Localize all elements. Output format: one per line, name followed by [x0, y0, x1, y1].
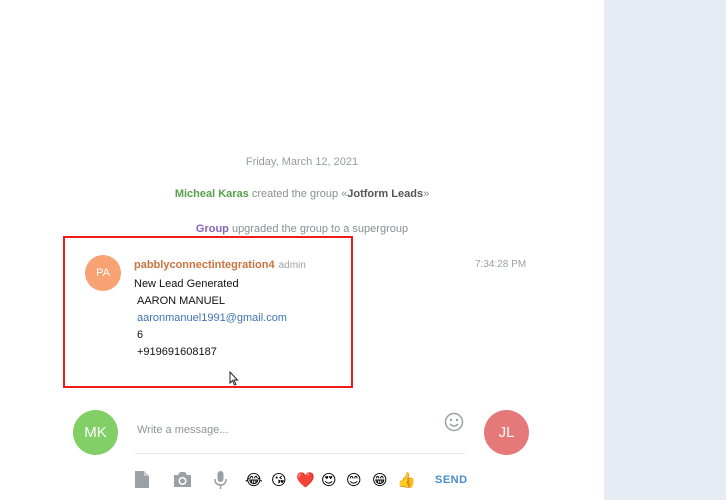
message-phone: +919691608187 — [137, 346, 217, 358]
emoji-heart-eyes-icon[interactable]: 😍 — [321, 471, 337, 489]
service-text: created the group « — [248, 188, 348, 200]
service-message-group-created: Micheal Karas created the group «Jotform… — [0, 188, 604, 200]
date-separator: Friday, March 12, 2021 — [245, 156, 359, 168]
send-button[interactable]: SEND — [435, 474, 468, 486]
camera-icon[interactable] — [173, 471, 192, 488]
emoji-grin-icon[interactable]: 😁 — [372, 471, 388, 489]
message-input[interactable] — [135, 406, 465, 454]
emoji-thumbs-up-icon[interactable]: 👍 — [397, 471, 416, 489]
message-line-number: 6 — [137, 329, 144, 341]
service-actor-link[interactable]: Group — [196, 223, 229, 235]
service-text-end: » — [423, 188, 430, 200]
peer-avatar[interactable]: JL — [484, 410, 529, 455]
sender-avatar[interactable]: PA — [85, 255, 121, 291]
message-timestamp: 7:34:28 PM — [475, 259, 527, 270]
emoji-smile-icon[interactable]: 😊 — [346, 471, 362, 489]
service-text: upgraded the group to a supergroup — [228, 223, 409, 235]
emoji-laugh-icon[interactable]: 😂 — [245, 471, 263, 489]
mouse-cursor-icon — [229, 371, 239, 386]
right-side-panel — [604, 0, 726, 500]
service-message-supergroup: Group upgraded the group to a supergroup — [0, 223, 604, 235]
microphone-icon[interactable] — [214, 471, 227, 489]
emoji-heart-icon[interactable]: ❤️ — [296, 471, 315, 489]
sender-role-badge: admin — [278, 260, 306, 271]
message-email-link[interactable]: aaronmanuel1991@gmail.com — [137, 312, 287, 324]
message-line-title: New Lead Generated — [134, 278, 239, 290]
attach-file-icon[interactable] — [134, 471, 150, 488]
message-line-name: AARON MANUEL — [137, 295, 226, 307]
message-header: pabblyconnectintegration4 admin — [134, 259, 306, 271]
emoji-kiss-icon[interactable]: 😘 — [271, 471, 287, 489]
sender-name[interactable]: pabblyconnectintegration4 — [134, 259, 275, 271]
my-avatar[interactable]: MK — [73, 410, 118, 455]
service-actor-link[interactable]: Micheal Karas — [175, 188, 249, 200]
service-group-name: Jotform Leads — [347, 188, 424, 200]
emoji-picker-icon[interactable] — [444, 412, 464, 432]
